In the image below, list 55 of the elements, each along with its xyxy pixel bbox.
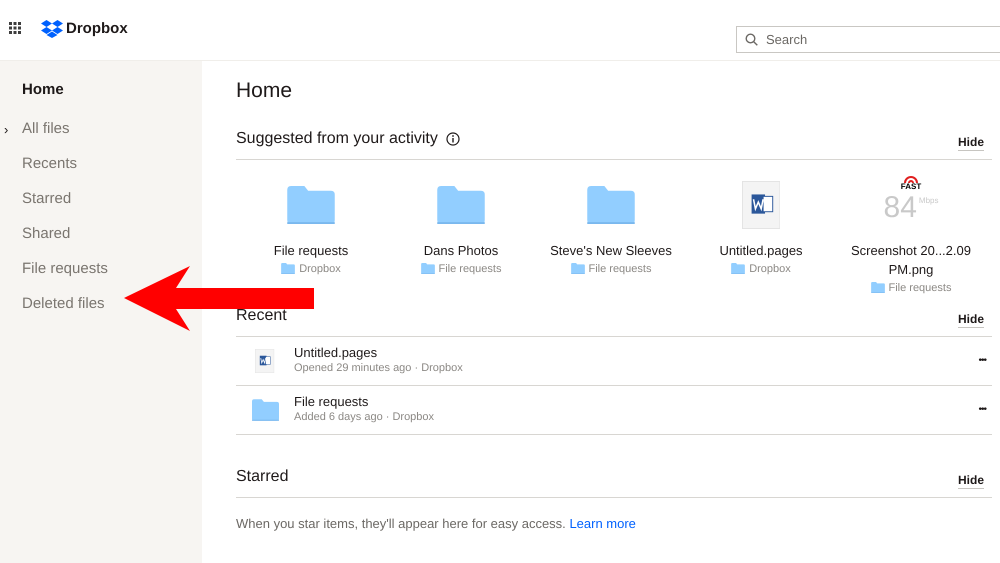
section-title: Suggested from your activity [236,128,438,148]
sidebar-item[interactable]: File requests [22,258,108,281]
app-grid-icon[interactable] [9,22,21,34]
file-detail: Opened 29 minutes ago · Dropbox [294,361,463,376]
folder-icon [587,186,635,224]
item-name: Steve's New Sleeves [549,242,673,260]
item-location: File requests [438,262,502,276]
sidebar-item[interactable]: Home [22,79,64,102]
starred-message: When you star items, they'll appear here for easy access. Learn more [236,514,637,533]
item-name: Untitled.pages [718,242,804,260]
folder-icon [570,263,584,274]
more-button[interactable]: ••• [978,353,986,368]
folder-icon [437,186,485,224]
document-icon [742,180,780,228]
file-name: Untitled.pages [294,345,378,361]
section-title: Starred [236,466,288,486]
sidebar-item[interactable]: Shared [22,223,70,246]
signal-icon [902,174,920,182]
sidebar-item[interactable]: Starred [22,188,72,211]
hide-button[interactable]: Hide [958,134,984,150]
file-detail: Added 6 days ago · Dropbox [294,410,434,425]
brand-name: Dropbox [66,19,128,39]
dropbox-logo-icon [41,20,63,38]
item-location: Dropbox [299,262,341,276]
recent-row[interactable]: File requests Added 6 days ago · Dropbox ••• [236,386,992,434]
folder-icon [252,398,278,420]
item-location: File requests [588,262,652,276]
folder-icon [287,186,335,224]
sidebar-item[interactable]: Recents [22,153,78,176]
document-icon [255,348,275,372]
search-input[interactable]: Search [766,30,992,50]
item-name: Screenshot 20...2.09 PM.png [850,242,972,278]
folder-icon [281,263,296,274]
item-location: File requests [888,280,952,296]
item-location: Dropbox [749,262,791,276]
sidebar-item[interactable]: Deleted files [22,293,105,316]
recent-row[interactable]: Untitled.pages Opened 29 minutes ago · Dropbox ••• [236,336,992,386]
sidebar-item[interactable]: All files [22,118,70,141]
folder-icon [870,282,884,294]
chevron-icon[interactable]: › [4,120,8,140]
folder-icon [731,263,746,274]
folder-icon [420,263,434,274]
more-button[interactable]: ••• [978,402,986,417]
item-name: Dans Photos [422,242,500,260]
hide-button[interactable]: Hide [958,472,984,488]
thumbnail-logo: FAST [900,182,922,190]
file-name: File requests [294,394,370,410]
page-title: Home [236,78,294,104]
info-icon[interactable] [446,132,460,146]
item-name: File requests [272,242,350,260]
search-field[interactable]: Search [736,26,1000,53]
search-icon [745,33,758,46]
section-title: Recent [236,306,287,326]
hide-button[interactable]: Hide [958,310,984,328]
learn-more-link[interactable]: Learn more [569,516,636,530]
